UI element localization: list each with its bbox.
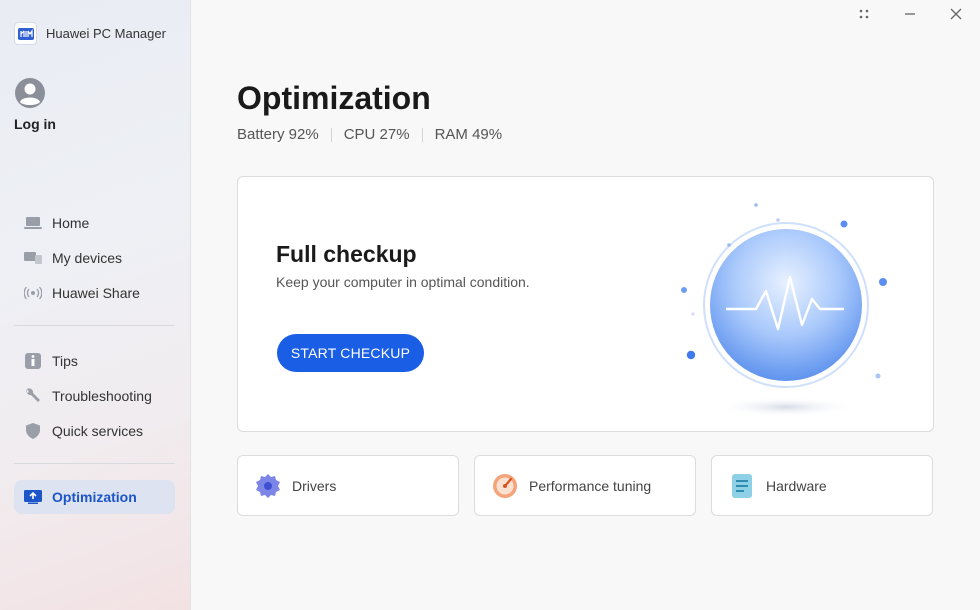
ram-stat: RAM 49% (434, 126, 503, 143)
sidebar: Huawei PC Manager Log in Home My devices… (0, 0, 191, 610)
cpu-stat: CPU 27% (343, 126, 410, 143)
full-checkup-card: Full checkup Keep your computer in optim… (237, 176, 934, 432)
sidebar-item-label: Home (52, 214, 90, 231)
tile-hardware[interactable]: Hardware (711, 455, 933, 516)
sidebar-item-label: Troubleshooting (52, 387, 152, 404)
start-checkup-button[interactable]: START CHECKUP (277, 334, 424, 372)
sidebar-item-label: My devices (52, 249, 123, 266)
tips-icon (25, 352, 41, 369)
sidebar-item-label: Tips (52, 352, 78, 369)
sidebar-item-quick-services[interactable]: Quick services (14, 414, 175, 447)
sidebar-divider (14, 463, 175, 464)
shield-icon (26, 422, 40, 439)
user-login[interactable]: Log in (14, 78, 56, 132)
window-controls (854, 6, 966, 22)
tile-label: Drivers (292, 477, 337, 494)
share-wireless-icon (24, 286, 42, 299)
avatar-icon[interactable] (15, 78, 45, 108)
nav-group-main: Home My devices Huawei Share (14, 206, 175, 309)
document-icon (729, 473, 755, 499)
sidebar-item-label: Huawei Share (52, 284, 140, 301)
sidebar-item-huawei-share[interactable]: Huawei Share (14, 276, 175, 309)
checkup-title: Full checkup (276, 241, 417, 267)
sidebar-item-my-devices[interactable]: My devices (14, 241, 175, 274)
gear-icon (255, 473, 281, 499)
close-icon[interactable] (946, 6, 966, 22)
nav-group-support: Tips Troubleshooting Quick services (14, 344, 175, 447)
tile-drivers[interactable]: Drivers (237, 455, 459, 516)
speedometer-icon (492, 473, 518, 499)
laptop-icon (24, 216, 42, 229)
app-brand: Huawei PC Manager (14, 22, 166, 45)
system-stats: Battery 92% CPU 27% RAM 49% (237, 126, 502, 143)
battery-stat: Battery 92% (237, 126, 319, 143)
health-pulse-illustration (681, 203, 887, 417)
tile-performance-tuning[interactable]: Performance tuning (474, 455, 696, 516)
minimize-icon[interactable] (900, 6, 920, 22)
sidebar-item-optimization[interactable]: Optimization (14, 480, 175, 514)
checkup-subtitle: Keep your computer in optimal condition. (276, 274, 530, 290)
tile-label: Hardware (766, 477, 827, 494)
compact-mode-icon[interactable] (854, 6, 874, 22)
stat-separator (421, 127, 423, 142)
devices-icon (24, 251, 42, 264)
sidebar-divider (14, 325, 175, 326)
sidebar-item-label: Optimization (52, 489, 137, 505)
main-content: Optimization Battery 92% CPU 27% RAM 49%… (191, 0, 980, 610)
nav-group-active: Optimization (14, 480, 175, 514)
huawei-logo-icon (14, 22, 37, 45)
sidebar-item-label: Quick services (52, 422, 144, 439)
sidebar-item-troubleshooting[interactable]: Troubleshooting (14, 379, 175, 412)
app-name: Huawei PC Manager (46, 26, 166, 41)
wrench-icon (26, 387, 40, 402)
sidebar-item-home[interactable]: Home (14, 206, 175, 239)
stat-separator (330, 127, 332, 142)
tile-label: Performance tuning (529, 477, 652, 494)
page-title: Optimization (237, 80, 431, 116)
login-label[interactable]: Log in (14, 116, 56, 132)
optimization-icon (24, 490, 42, 504)
sidebar-item-tips[interactable]: Tips (14, 344, 175, 377)
